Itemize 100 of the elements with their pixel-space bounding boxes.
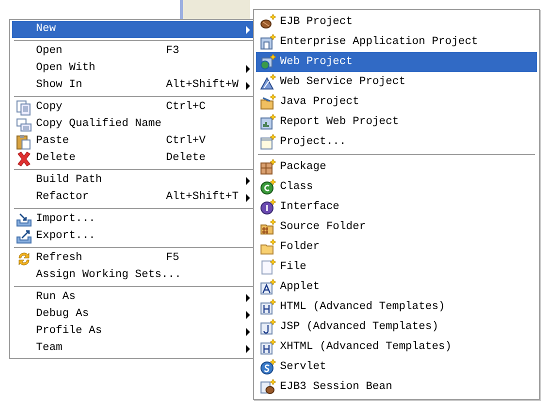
chart-icon (260, 114, 276, 130)
menu-item[interactable]: Refactor Alt+Shift+T (12, 189, 256, 206)
menu-item[interactable]: Assign Working Sets... (12, 267, 256, 284)
copy-icon (16, 116, 32, 132)
delete-icon (16, 150, 32, 166)
menu-item-label: EJB3 Session Bean (280, 380, 392, 395)
menu-item-label: Enterprise Application Project (280, 34, 478, 50)
menu-item-label: Servlet (280, 360, 326, 375)
menu-item[interactable]: Applet (256, 277, 537, 297)
folder-icon (260, 219, 276, 235)
menu-item[interactable]: Paste Ctrl+V (12, 133, 256, 150)
menu-item-label: Copy Qualified Name (36, 117, 162, 132)
menu-item[interactable]: Profile As (12, 323, 256, 340)
menu-item[interactable]: HTML (Advanced Templates) (256, 297, 537, 317)
package-icon (260, 159, 276, 175)
menu-item[interactable]: EJB3 Session Bean (256, 377, 537, 397)
menu-item[interactable]: EJB Project (256, 12, 537, 32)
refresh-icon (16, 250, 32, 266)
menu-item-label: Team (36, 341, 64, 356)
menu-item[interactable]: Enterprise Application Project (256, 32, 537, 52)
menu-item[interactable]: Debug As (12, 306, 256, 323)
shortcut-text: F3 (166, 44, 180, 60)
file-icon (260, 259, 276, 275)
menu-item[interactable]: Report Web Project (256, 112, 537, 132)
menu-item-label: Assign Working Sets... (36, 268, 182, 284)
menu-item[interactable]: JSP (Advanced Templates) (256, 317, 537, 337)
menu-item[interactable]: Source Folder (256, 217, 537, 237)
shortcut-text: F5 (166, 251, 180, 266)
menu-item[interactable]: New (12, 21, 256, 38)
menu-item-label: Web Project (280, 54, 353, 70)
menu-item-label: JSP (Advanced Templates) (280, 320, 438, 335)
menu-item-label: Delete (36, 151, 77, 166)
menu-item[interactable]: Refresh F5 (12, 250, 256, 267)
menu-item-label: EJB Project (280, 14, 353, 30)
menu-item[interactable]: Run As (12, 289, 256, 306)
copy-icon (16, 100, 32, 116)
menu-item-label: Refresh (36, 251, 84, 266)
globe-icon (260, 54, 276, 70)
menu-item-label: Open With (36, 61, 96, 76)
triangle-icon (260, 74, 276, 90)
menu-item-label: XHTML (Advanced Templates) (280, 340, 452, 355)
menu-item-label: HTML (Advanced Templates) (280, 300, 446, 315)
shortcut-text: Delete (166, 151, 207, 166)
menu-item[interactable]: Servlet (256, 357, 537, 377)
menu-item[interactable]: Web Service Project (256, 72, 537, 92)
letter-a-icon (260, 279, 276, 295)
menu-item[interactable]: Export... (12, 228, 256, 245)
import-icon (16, 212, 32, 228)
menu-item-label: Build Path (36, 173, 104, 188)
menu-item-label: Debug As (36, 307, 90, 322)
menu-item[interactable]: Open F3 (12, 43, 256, 60)
menu-item[interactable]: Delete Delete (12, 150, 256, 167)
menu-item-label: Folder (280, 240, 320, 255)
menu-item-label: Open (36, 44, 64, 60)
bean-icon (260, 14, 276, 30)
letter-j-icon (260, 319, 276, 335)
menu-item[interactable]: Web Project (256, 52, 537, 72)
shortcut-text: Ctrl+C (166, 100, 207, 116)
letter-s-icon (260, 359, 276, 375)
menu-item-label: Interface (280, 200, 340, 215)
menu-item[interactable]: Copy Qualified Name (12, 116, 256, 133)
folder-icon (260, 94, 276, 110)
menu-item-label: Class (280, 180, 314, 195)
menu-item-label: Web Service Project (280, 74, 406, 90)
interface-icon (260, 199, 276, 215)
menu-item-label: Applet (280, 280, 320, 295)
menu-item[interactable]: File (256, 257, 537, 277)
menu-item-label: File (280, 260, 306, 275)
menu-item-label: Source Folder (280, 220, 366, 235)
menu-item-label: Copy (36, 100, 64, 116)
menu-item[interactable]: Java Project (256, 92, 537, 112)
menu-item-label: Project... (280, 134, 346, 150)
menu-item[interactable]: XHTML (Advanced Templates) (256, 337, 537, 357)
menu-item-label: Paste (36, 134, 70, 150)
letter-h-icon (260, 299, 276, 315)
menu-item-label: Package (280, 160, 326, 175)
menu-item-label: Show In (36, 78, 84, 94)
shortcut-text: Alt+Shift+T (166, 190, 240, 206)
shortcut-text: Alt+Shift+W (166, 78, 240, 94)
menu-item[interactable]: Class (256, 177, 537, 197)
bean-icon (260, 379, 276, 395)
menu-item[interactable]: Copy Ctrl+C (12, 99, 256, 116)
menu-item-label: Profile As (36, 324, 104, 340)
menu-item[interactable]: Package (256, 157, 537, 177)
menu-item-label: Export... (36, 229, 96, 244)
letter-h-icon (260, 339, 276, 355)
menu-item[interactable]: Interface (256, 197, 537, 217)
menu-item-label: Import... (36, 212, 96, 228)
menu-item[interactable]: Show In Alt+Shift+W (12, 77, 256, 94)
menu-item[interactable]: Project... (256, 132, 537, 152)
menu-item-label: Run As (36, 290, 77, 306)
menu-item[interactable]: Team (12, 340, 256, 357)
menu-item[interactable]: Open With (12, 60, 256, 77)
menu-item[interactable]: Folder (256, 237, 537, 257)
menu-item[interactable]: Build Path (12, 172, 256, 189)
folder-icon (260, 239, 276, 255)
background-window (180, 0, 250, 20)
menu-item[interactable]: Import... (12, 211, 256, 228)
menu-item-label: New (36, 22, 57, 38)
paste-icon (16, 134, 32, 150)
